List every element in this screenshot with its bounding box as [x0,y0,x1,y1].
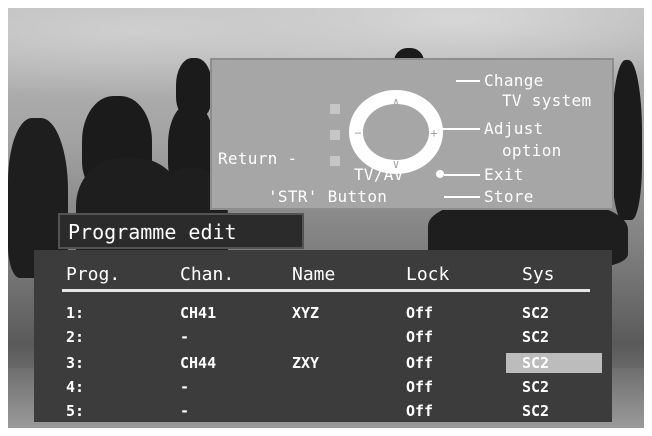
lock-cell: Off [406,304,434,322]
sys-cell: SC2 [522,402,550,420]
menu-title: Programme edit [58,213,304,249]
help-return-label: Return - [218,149,298,168]
column-header-sys: Sys [522,264,555,285]
help-connector [444,196,480,198]
horse-silhouette [176,58,212,118]
svg-text:∨: ∨ [392,157,399,171]
remote-button-icon [330,130,340,140]
svg-text:∧: ∧ [392,95,399,109]
svg-text:+: + [430,126,437,140]
name-cell: XYZ [292,304,320,322]
prog-cell: 5: [66,402,85,420]
svg-text:−: − [354,126,361,140]
header-divider [62,289,590,292]
column-header-name: Name [292,264,336,285]
lock-cell: Off [406,378,434,396]
sys-cell: SC2 [522,378,550,396]
horse-silhouette [612,60,642,220]
remote-button-icon [330,104,340,114]
help-store-label: Store [484,187,534,206]
help-exit-label: Exit [484,165,524,184]
lock-cell: Off [406,402,434,420]
column-header-lock: Lock [406,264,450,285]
prog-cell: 1: [66,304,85,322]
help-tv-system-label: TV system [502,91,592,110]
prog-cell: 2: [66,328,85,346]
sys-cell: SC2 [522,304,550,322]
help-adjust-label: Adjust [484,119,544,138]
help-str-button-label: 'STR' Button [268,187,388,206]
chan-cell: - [180,328,190,346]
chan-cell: - [180,378,190,396]
help-connector [444,174,480,176]
name-cell: ZXY [292,354,320,372]
help-option-label: option [502,141,562,160]
selection-highlight [506,353,602,373]
lock-cell: Off [406,328,434,346]
help-connector [456,80,480,82]
chan-cell: - [180,402,190,420]
chan-cell: CH44 [180,354,217,372]
remote-dpad-icon: ∧ ∨ − + [349,90,443,174]
help-panel: Change TV system Adjust option Return - … [210,58,614,210]
help-connector [438,128,480,130]
help-dot-icon [436,170,444,178]
prog-cell: 4: [66,378,85,396]
programme-table: Prog. Chan. Name Lock Sys 1: CH41 XYZ Of… [34,250,612,422]
prog-cell: 3: [66,354,85,372]
chan-cell: CH41 [180,304,217,322]
column-header-chan: Chan. [180,264,235,285]
column-header-prog: Prog. [66,264,121,285]
tv-screen: Change TV system Adjust option Return - … [8,8,644,428]
help-change-label: Change [484,71,544,90]
remote-button-icon [330,156,340,166]
sys-cell: SC2 [522,328,550,346]
sys-cell: SC2 [522,354,550,372]
lock-cell: Off [406,354,434,372]
